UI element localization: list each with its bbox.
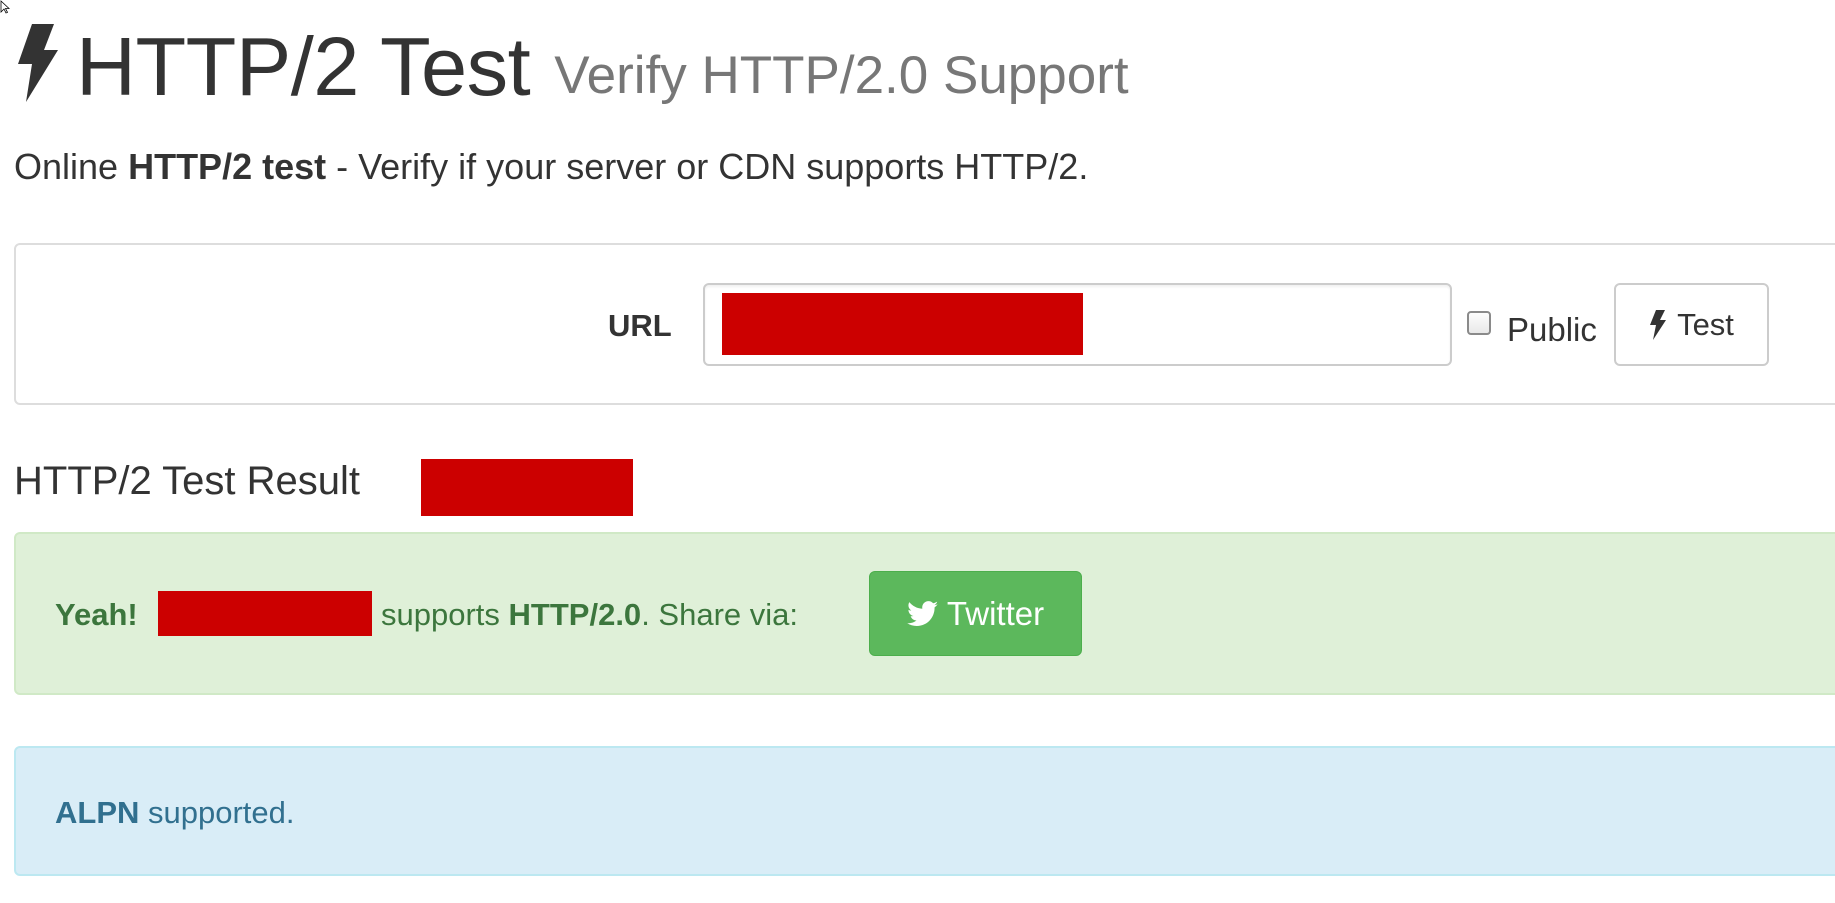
success-yeah: Yeah!: [55, 597, 138, 632]
result-heading-text: HTTP/2 Test Result: [14, 459, 361, 503]
redaction-success-host: [158, 591, 372, 636]
lightning-bolt-icon: [18, 24, 58, 102]
url-label: URL: [608, 308, 672, 343]
public-checkbox[interactable]: [1467, 311, 1491, 335]
success-supports-word: supports: [381, 597, 500, 632]
public-label[interactable]: Public: [1507, 311, 1597, 349]
alpn-bold: ALPN: [55, 795, 140, 830]
result-heading: HTTP/2 Test Result: [14, 459, 360, 504]
redaction-result-host: [421, 459, 633, 516]
redaction-url: [722, 293, 1083, 355]
alpn-message: ALPN supported.: [55, 795, 295, 831]
page-title: HTTP/2 Test: [76, 20, 531, 113]
twitter-share-button[interactable]: Twitter: [869, 571, 1082, 656]
twitter-bird-icon: [907, 600, 938, 626]
lead-prefix: Online: [14, 146, 119, 187]
page-subtitle: Verify HTTP/2.0 Support: [554, 46, 1129, 105]
alpn-text: supported.: [148, 795, 295, 830]
success-message: supports HTTP/2.0. Share via:: [381, 597, 798, 633]
test-button[interactable]: Test: [1614, 283, 1769, 366]
page: HTTP/2 Test Verify HTTP/2.0 Support Onli…: [0, 0, 1835, 903]
mouse-cursor-icon: [0, 0, 10, 14]
lead-text: Online HTTP/2 test - Verify if your serv…: [14, 146, 1088, 188]
page-header: HTTP/2 Test Verify HTTP/2.0 Support: [14, 18, 1129, 108]
lead-suffix: - Verify if your server or CDN supports …: [336, 146, 1089, 187]
success-protocol: HTTP/2.0: [508, 597, 642, 632]
test-button-label: Test: [1677, 306, 1734, 342]
twitter-button-label: Twitter: [946, 594, 1045, 632]
success-share-text: . Share via:: [641, 597, 798, 632]
lightning-bolt-icon: [1650, 309, 1667, 340]
lead-bold: HTTP/2 test: [128, 146, 327, 187]
